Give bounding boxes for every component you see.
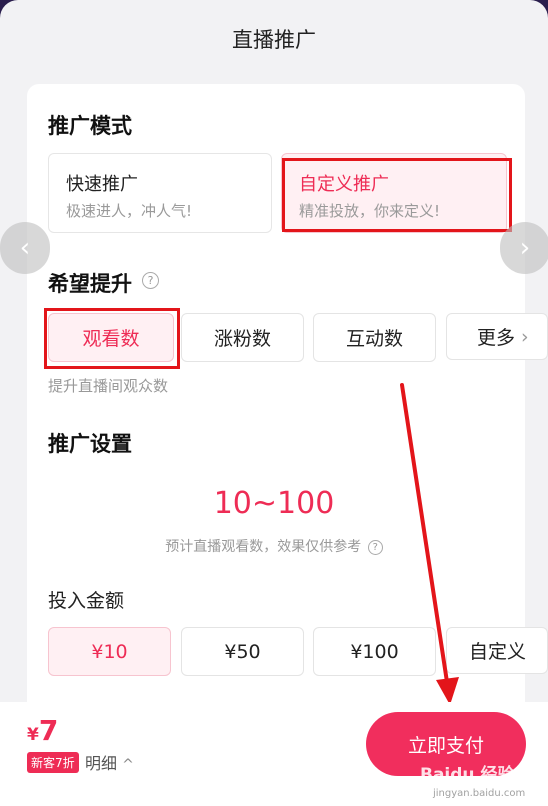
- discount-badge: 新客7折: [27, 752, 79, 773]
- watermark: Baidu 经验: [420, 765, 515, 785]
- promotion-sheet: 直播推广 推广模式 快速推广 极速进人，冲人气! 自定义推广 精准投放，你来定义…: [0, 0, 548, 806]
- detail-toggle[interactable]: 明细 ^: [85, 750, 134, 774]
- price-value: 7: [38, 714, 59, 747]
- chevron-up-icon: ^: [122, 757, 134, 773]
- detail-label: 明细: [85, 754, 118, 773]
- currency-symbol: ¥: [27, 725, 39, 745]
- total-price: ¥7: [27, 714, 58, 747]
- watermark-url: jingyan.baidu.com: [433, 788, 526, 799]
- annotation-arrow: [400, 383, 459, 705]
